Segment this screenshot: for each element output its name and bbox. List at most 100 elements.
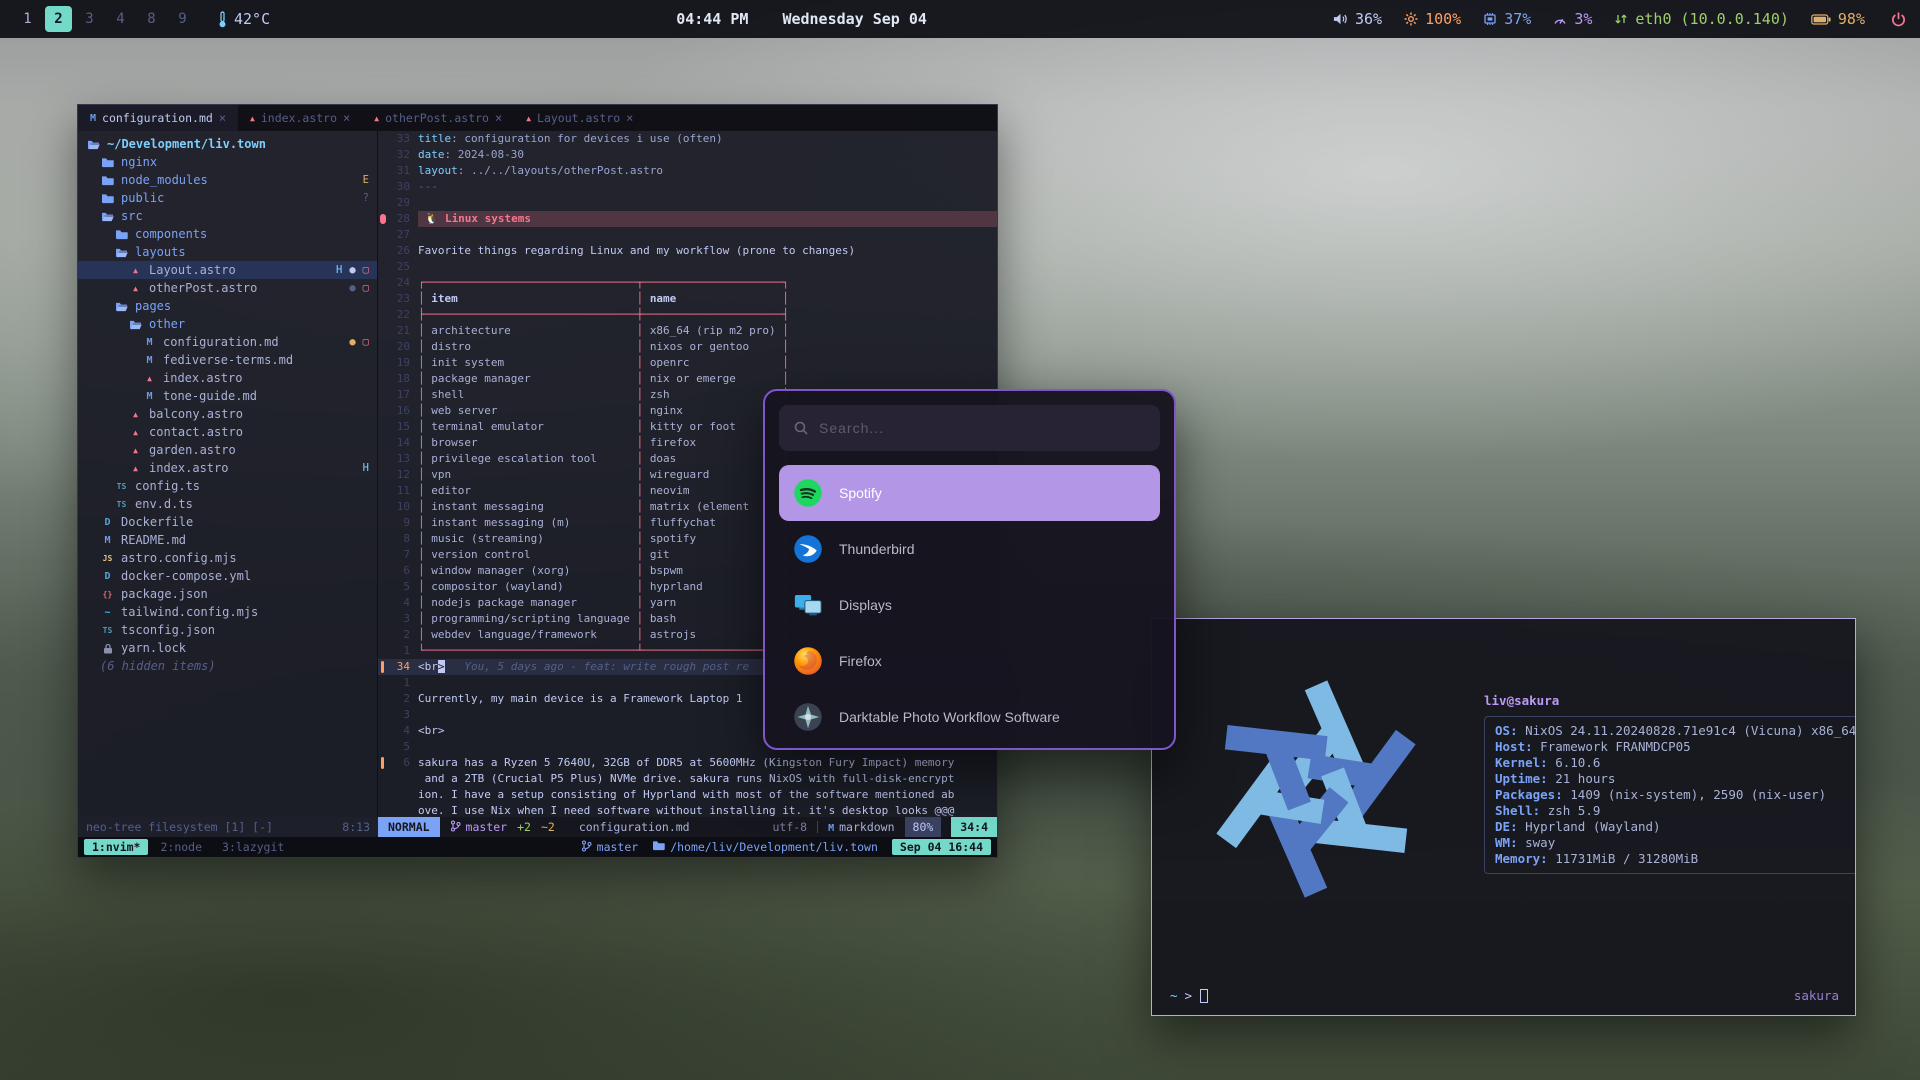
- nixos-logo: [1166, 637, 1466, 933]
- line-number: [388, 771, 418, 787]
- tree-item-badges: E: [363, 174, 369, 186]
- editor-tab[interactable]: ▲ index.astro ×: [238, 105, 362, 131]
- launcher-item[interactable]: Firefox: [779, 633, 1160, 689]
- tree-item[interactable]: TSenv.d.ts: [78, 495, 377, 513]
- folder-icon: [652, 840, 665, 854]
- palette-dot: [1560, 900, 1571, 911]
- workspace-button[interactable]: 1: [14, 6, 41, 32]
- line-text: │ browser │ firefox │: [418, 435, 789, 451]
- tab-close-icon[interactable]: ×: [343, 111, 350, 125]
- tree-item[interactable]: ▲index.astro: [78, 369, 377, 387]
- temperature-value: 42°C: [234, 10, 270, 28]
- tree-item[interactable]: TStsconfig.json: [78, 621, 377, 639]
- launcher-item[interactable]: Thunderbird: [779, 521, 1160, 577]
- line-text: ---: [418, 179, 438, 195]
- editor-tab[interactable]: ▲ Layout.astro ×: [514, 105, 645, 131]
- line-number: 3: [388, 707, 418, 723]
- tmux-window-tab[interactable]: 3:lazygit: [214, 839, 292, 855]
- tree-item[interactable]: node_modulesE: [78, 171, 377, 189]
- tree-item[interactable]: ▲garden.astro: [78, 441, 377, 459]
- tree-item[interactable]: nginx: [78, 153, 377, 171]
- volume-module[interactable]: 36%: [1333, 10, 1382, 28]
- editor-tab[interactable]: ▲ otherPost.astro ×: [362, 105, 514, 131]
- launcher-item[interactable]: Darktable Photo Workflow Software: [779, 689, 1160, 745]
- tmux-window-tab[interactable]: 1:nvim*: [84, 839, 148, 855]
- tree-item[interactable]: other: [78, 315, 377, 333]
- sign-column: [378, 723, 388, 739]
- launcher-item[interactable]: Spotify: [779, 465, 1160, 521]
- tree-item-label: components: [135, 227, 207, 241]
- tree-item[interactable]: public?: [78, 189, 377, 207]
- tree-item[interactable]: Mfediverse-terms.md: [78, 351, 377, 369]
- badge: H: [336, 264, 342, 276]
- tree-item[interactable]: DDockerfile: [78, 513, 377, 531]
- workspace-button[interactable]: 9: [169, 6, 196, 32]
- tree-item[interactable]: Ddocker-compose.yml: [78, 567, 377, 585]
- editor-tab[interactable]: M configuration.md ×: [78, 105, 238, 131]
- tree-item[interactable]: ~tailwind.config.mjs: [78, 603, 377, 621]
- tree-item[interactable]: {}package.json: [78, 585, 377, 603]
- memory-module[interactable]: 37%: [1483, 10, 1531, 28]
- tree-item[interactable]: Mconfiguration.md●▢: [78, 333, 377, 351]
- tree-item[interactable]: (6 hidden items): [78, 657, 377, 675]
- editor-line: ove. I use Nix when I need software with…: [378, 803, 997, 817]
- search-input[interactable]: [819, 420, 1146, 436]
- line-text: │ editor │ neovim │: [418, 483, 789, 499]
- tab-close-icon[interactable]: ×: [495, 111, 502, 125]
- battery-icon: [1811, 14, 1831, 25]
- tree-item[interactable]: JSastro.config.mjs: [78, 549, 377, 567]
- tree-item[interactable]: yarn.lock: [78, 639, 377, 657]
- fetch-info-line: OSNixOS 24.11.20240828.71e91c4 (Vicuna) …: [1495, 723, 1856, 739]
- search-icon: [793, 420, 809, 436]
- workspace-button[interactable]: 2: [45, 6, 72, 32]
- tree-item[interactable]: pages: [78, 297, 377, 315]
- line-number: 6: [388, 755, 418, 771]
- tmux-right: master /home/liv/Development/liv.town Se…: [581, 839, 991, 855]
- tree-item[interactable]: components: [78, 225, 377, 243]
- terminal-window[interactable]: liv@sakura OSNixOS 24.11.20240828.71e91c…: [1151, 618, 1856, 1016]
- tree-item[interactable]: ▲contact.astro: [78, 423, 377, 441]
- tree-item[interactable]: src: [78, 207, 377, 225]
- line-text: │ instant messaging │ matrix (element │: [418, 499, 789, 515]
- cpu-module[interactable]: 3%: [1553, 10, 1592, 28]
- astro-icon: ▲: [142, 374, 157, 383]
- workspace-button[interactable]: 8: [138, 6, 165, 32]
- temperature-module[interactable]: 42°C: [218, 10, 270, 28]
- tree-item[interactable]: layouts: [78, 243, 377, 261]
- editor-line: 30---: [378, 179, 997, 195]
- encoding-label: utf-8: [772, 820, 807, 834]
- memory-icon: [1483, 12, 1497, 26]
- statusline-right: utf-8 M markdown 80% 34:4: [772, 817, 997, 837]
- network-module[interactable]: eth0 (10.0.0.140): [1614, 10, 1789, 28]
- line-text: sakura has a Ryzen 5 7640U, 32GB of DDR5…: [418, 755, 954, 771]
- tree-item[interactable]: ▲index.astroH: [78, 459, 377, 477]
- tmux-window-tab[interactable]: 2:node: [152, 839, 210, 855]
- tree-item[interactable]: MREADME.md: [78, 531, 377, 549]
- tree-item-label: tone-guide.md: [163, 389, 257, 403]
- battery-module[interactable]: 98%: [1811, 10, 1865, 28]
- workspace-button[interactable]: 4: [107, 6, 134, 32]
- tree-item[interactable]: ~/Development/liv.town: [78, 135, 377, 153]
- launcher-item[interactable]: Displays: [779, 577, 1160, 633]
- line-number: 25: [388, 259, 418, 275]
- tree-item-label: package.json: [121, 587, 208, 601]
- line-number: 4: [388, 723, 418, 739]
- tmux-windows: 1:nvim* 2:node 3:lazygit: [84, 839, 292, 855]
- tree-item[interactable]: ▲balcony.astro: [78, 405, 377, 423]
- line-text: │ init system │ openrc │: [418, 355, 789, 371]
- tab-close-icon[interactable]: ×: [626, 111, 633, 125]
- shell-prompt[interactable]: ~ > sakura: [1170, 988, 1839, 1003]
- line-number: 10: [388, 499, 418, 515]
- tree-item[interactable]: ▲Layout.astroH●▢: [78, 261, 377, 279]
- scroll-percent: 80%: [905, 817, 942, 837]
- line-text: layout: ../../layouts/otherPost.astro: [418, 163, 663, 179]
- tree-item[interactable]: TSconfig.ts: [78, 477, 377, 495]
- tab-close-icon[interactable]: ×: [219, 111, 226, 125]
- sign-column: [378, 387, 388, 403]
- workspace-button[interactable]: 3: [76, 6, 103, 32]
- tree-item[interactable]: ▲otherPost.astro●▢: [78, 279, 377, 297]
- brightness-module[interactable]: 100%: [1404, 10, 1461, 28]
- power-button[interactable]: [1891, 12, 1906, 27]
- tree-item[interactable]: Mtone-guide.md: [78, 387, 377, 405]
- cursor-position: 34:4: [951, 817, 997, 837]
